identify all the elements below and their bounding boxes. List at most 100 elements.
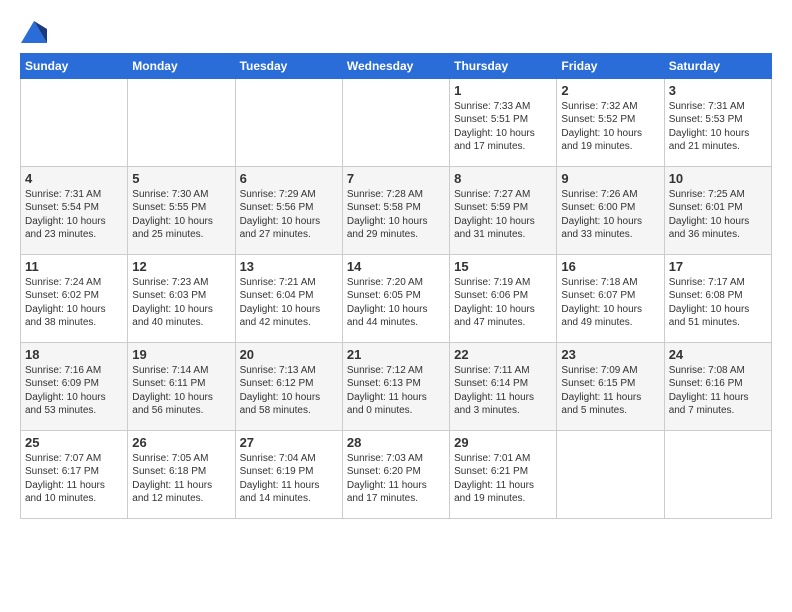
calendar-table: SundayMondayTuesdayWednesdayThursdayFrid…	[20, 53, 772, 519]
day-detail: Sunrise: 7:14 AM Sunset: 6:11 PM Dayligh…	[132, 364, 230, 418]
calendar-cell: 26 Sunrise: 7:05 AM Sunset: 6:18 PM Dayli…	[128, 430, 235, 518]
day-number: 11	[25, 259, 123, 274]
calendar-cell: 22 Sunrise: 7:11 AM Sunset: 6:14 PM Dayli…	[450, 342, 557, 430]
day-detail: Sunrise: 7:25 AM Sunset: 6:01 PM Dayligh…	[669, 188, 767, 242]
logo-icon	[21, 21, 47, 43]
day-detail: Sunrise: 7:01 AM Sunset: 6:21 PM Dayligh…	[454, 452, 552, 506]
day-number: 29	[454, 435, 552, 450]
weekday-header: Friday	[557, 53, 664, 78]
weekday-header: Sunday	[21, 53, 128, 78]
day-number: 24	[669, 347, 767, 362]
calendar-cell: 4 Sunrise: 7:31 AM Sunset: 5:54 PM Daylig…	[21, 166, 128, 254]
day-number: 15	[454, 259, 552, 274]
calendar-cell: 13 Sunrise: 7:21 AM Sunset: 6:04 PM Dayli…	[235, 254, 342, 342]
calendar-cell: 17Sunrise: 7:17 AM Sunset: 6:08 PM Dayli…	[664, 254, 771, 342]
day-number: 14	[347, 259, 445, 274]
day-detail: Sunrise: 7:13 AM Sunset: 6:12 PM Dayligh…	[240, 364, 338, 418]
day-number: 8	[454, 171, 552, 186]
calendar-week-row: 11 Sunrise: 7:24 AM Sunset: 6:02 PM Dayli…	[21, 254, 772, 342]
day-number: 2	[561, 83, 659, 98]
day-detail: Sunrise: 7:31 AM Sunset: 5:54 PM Dayligh…	[25, 188, 123, 242]
day-number: 26	[132, 435, 230, 450]
day-detail: Sunrise: 7:32 AM Sunset: 5:52 PM Dayligh…	[561, 100, 659, 154]
calendar-cell: 15 Sunrise: 7:19 AM Sunset: 6:06 PM Dayli…	[450, 254, 557, 342]
calendar-week-row: 18 Sunrise: 7:16 AM Sunset: 6:09 PM Dayli…	[21, 342, 772, 430]
calendar-cell: 18 Sunrise: 7:16 AM Sunset: 6:09 PM Dayli…	[21, 342, 128, 430]
day-detail: Sunrise: 7:19 AM Sunset: 6:06 PM Dayligh…	[454, 276, 552, 330]
day-number: 9	[561, 171, 659, 186]
day-detail: Sunrise: 7:29 AM Sunset: 5:56 PM Dayligh…	[240, 188, 338, 242]
calendar-cell: 11 Sunrise: 7:24 AM Sunset: 6:02 PM Dayli…	[21, 254, 128, 342]
calendar-cell: 10 Sunrise: 7:25 AM Sunset: 6:01 PM Dayli…	[664, 166, 771, 254]
calendar-cell	[235, 78, 342, 166]
day-number: 20	[240, 347, 338, 362]
day-number: 5	[132, 171, 230, 186]
calendar-cell: 20 Sunrise: 7:13 AM Sunset: 6:12 PM Dayli…	[235, 342, 342, 430]
day-detail: Sunrise: 7:20 AM Sunset: 6:05 PM Dayligh…	[347, 276, 445, 330]
day-detail: Sunrise: 7:16 AM Sunset: 6:09 PM Dayligh…	[25, 364, 123, 418]
weekday-header: Saturday	[664, 53, 771, 78]
day-number: 27	[240, 435, 338, 450]
calendar-cell: 12 Sunrise: 7:23 AM Sunset: 6:03 PM Dayli…	[128, 254, 235, 342]
day-number: 7	[347, 171, 445, 186]
page-header	[20, 20, 772, 43]
day-number: 10	[669, 171, 767, 186]
calendar-cell: 23Sunrise: 7:09 AM Sunset: 6:15 PM Dayli…	[557, 342, 664, 430]
calendar-week-row: 25 Sunrise: 7:07 AM Sunset: 6:17 PM Dayli…	[21, 430, 772, 518]
calendar-header-row: SundayMondayTuesdayWednesdayThursdayFrid…	[21, 53, 772, 78]
day-number: 17	[669, 259, 767, 274]
day-number: 25	[25, 435, 123, 450]
day-detail: Sunrise: 7:08 AM Sunset: 6:16 PM Dayligh…	[669, 364, 767, 418]
day-detail: Sunrise: 7:18 AM Sunset: 6:07 PM Dayligh…	[561, 276, 659, 330]
calendar-cell	[664, 430, 771, 518]
day-number: 21	[347, 347, 445, 362]
day-detail: Sunrise: 7:24 AM Sunset: 6:02 PM Dayligh…	[25, 276, 123, 330]
calendar-cell: 29 Sunrise: 7:01 AM Sunset: 6:21 PM Dayli…	[450, 430, 557, 518]
day-detail: Sunrise: 7:30 AM Sunset: 5:55 PM Dayligh…	[132, 188, 230, 242]
calendar-cell	[342, 78, 449, 166]
calendar-cell: 1Sunrise: 7:33 AM Sunset: 5:51 PM Daylig…	[450, 78, 557, 166]
calendar-cell: 27 Sunrise: 7:04 AM Sunset: 6:19 PM Dayli…	[235, 430, 342, 518]
calendar-cell	[557, 430, 664, 518]
day-detail: Sunrise: 7:11 AM Sunset: 6:14 PM Dayligh…	[454, 364, 552, 418]
day-detail: Sunrise: 7:26 AM Sunset: 6:00 PM Dayligh…	[561, 188, 659, 242]
calendar-cell: 3 Sunrise: 7:31 AM Sunset: 5:53 PM Daylig…	[664, 78, 771, 166]
calendar-cell	[21, 78, 128, 166]
day-number: 1	[454, 83, 552, 98]
day-number: 22	[454, 347, 552, 362]
weekday-header: Wednesday	[342, 53, 449, 78]
calendar-cell: 16 Sunrise: 7:18 AM Sunset: 6:07 PM Dayli…	[557, 254, 664, 342]
weekday-header: Tuesday	[235, 53, 342, 78]
day-detail: Sunrise: 7:03 AM Sunset: 6:20 PM Dayligh…	[347, 452, 445, 506]
day-detail: Sunrise: 7:05 AM Sunset: 6:18 PM Dayligh…	[132, 452, 230, 506]
calendar-cell: 9 Sunrise: 7:26 AM Sunset: 6:00 PM Daylig…	[557, 166, 664, 254]
day-number: 12	[132, 259, 230, 274]
day-detail: Sunrise: 7:04 AM Sunset: 6:19 PM Dayligh…	[240, 452, 338, 506]
day-number: 4	[25, 171, 123, 186]
day-number: 19	[132, 347, 230, 362]
day-detail: Sunrise: 7:31 AM Sunset: 5:53 PM Dayligh…	[669, 100, 767, 154]
day-detail: Sunrise: 7:27 AM Sunset: 5:59 PM Dayligh…	[454, 188, 552, 242]
calendar-cell: 2 Sunrise: 7:32 AM Sunset: 5:52 PM Daylig…	[557, 78, 664, 166]
calendar-week-row: 4 Sunrise: 7:31 AM Sunset: 5:54 PM Daylig…	[21, 166, 772, 254]
day-number: 13	[240, 259, 338, 274]
day-number: 28	[347, 435, 445, 450]
calendar-week-row: 1Sunrise: 7:33 AM Sunset: 5:51 PM Daylig…	[21, 78, 772, 166]
calendar-cell	[128, 78, 235, 166]
calendar-cell: 7 Sunrise: 7:28 AM Sunset: 5:58 PM Daylig…	[342, 166, 449, 254]
day-number: 18	[25, 347, 123, 362]
calendar-cell: 25 Sunrise: 7:07 AM Sunset: 6:17 PM Dayli…	[21, 430, 128, 518]
day-detail: Sunrise: 7:28 AM Sunset: 5:58 PM Dayligh…	[347, 188, 445, 242]
day-detail: Sunrise: 7:07 AM Sunset: 6:17 PM Dayligh…	[25, 452, 123, 506]
day-detail: Sunrise: 7:09 AM Sunset: 6:15 PM Dayligh…	[561, 364, 659, 418]
day-detail: Sunrise: 7:21 AM Sunset: 6:04 PM Dayligh…	[240, 276, 338, 330]
day-number: 3	[669, 83, 767, 98]
calendar-cell: 28 Sunrise: 7:03 AM Sunset: 6:20 PM Dayli…	[342, 430, 449, 518]
day-detail: Sunrise: 7:12 AM Sunset: 6:13 PM Dayligh…	[347, 364, 445, 418]
day-detail: Sunrise: 7:23 AM Sunset: 6:03 PM Dayligh…	[132, 276, 230, 330]
calendar-cell: 19 Sunrise: 7:14 AM Sunset: 6:11 PM Dayli…	[128, 342, 235, 430]
day-number: 16	[561, 259, 659, 274]
calendar-cell: 14 Sunrise: 7:20 AM Sunset: 6:05 PM Dayli…	[342, 254, 449, 342]
logo	[20, 20, 47, 43]
day-number: 6	[240, 171, 338, 186]
